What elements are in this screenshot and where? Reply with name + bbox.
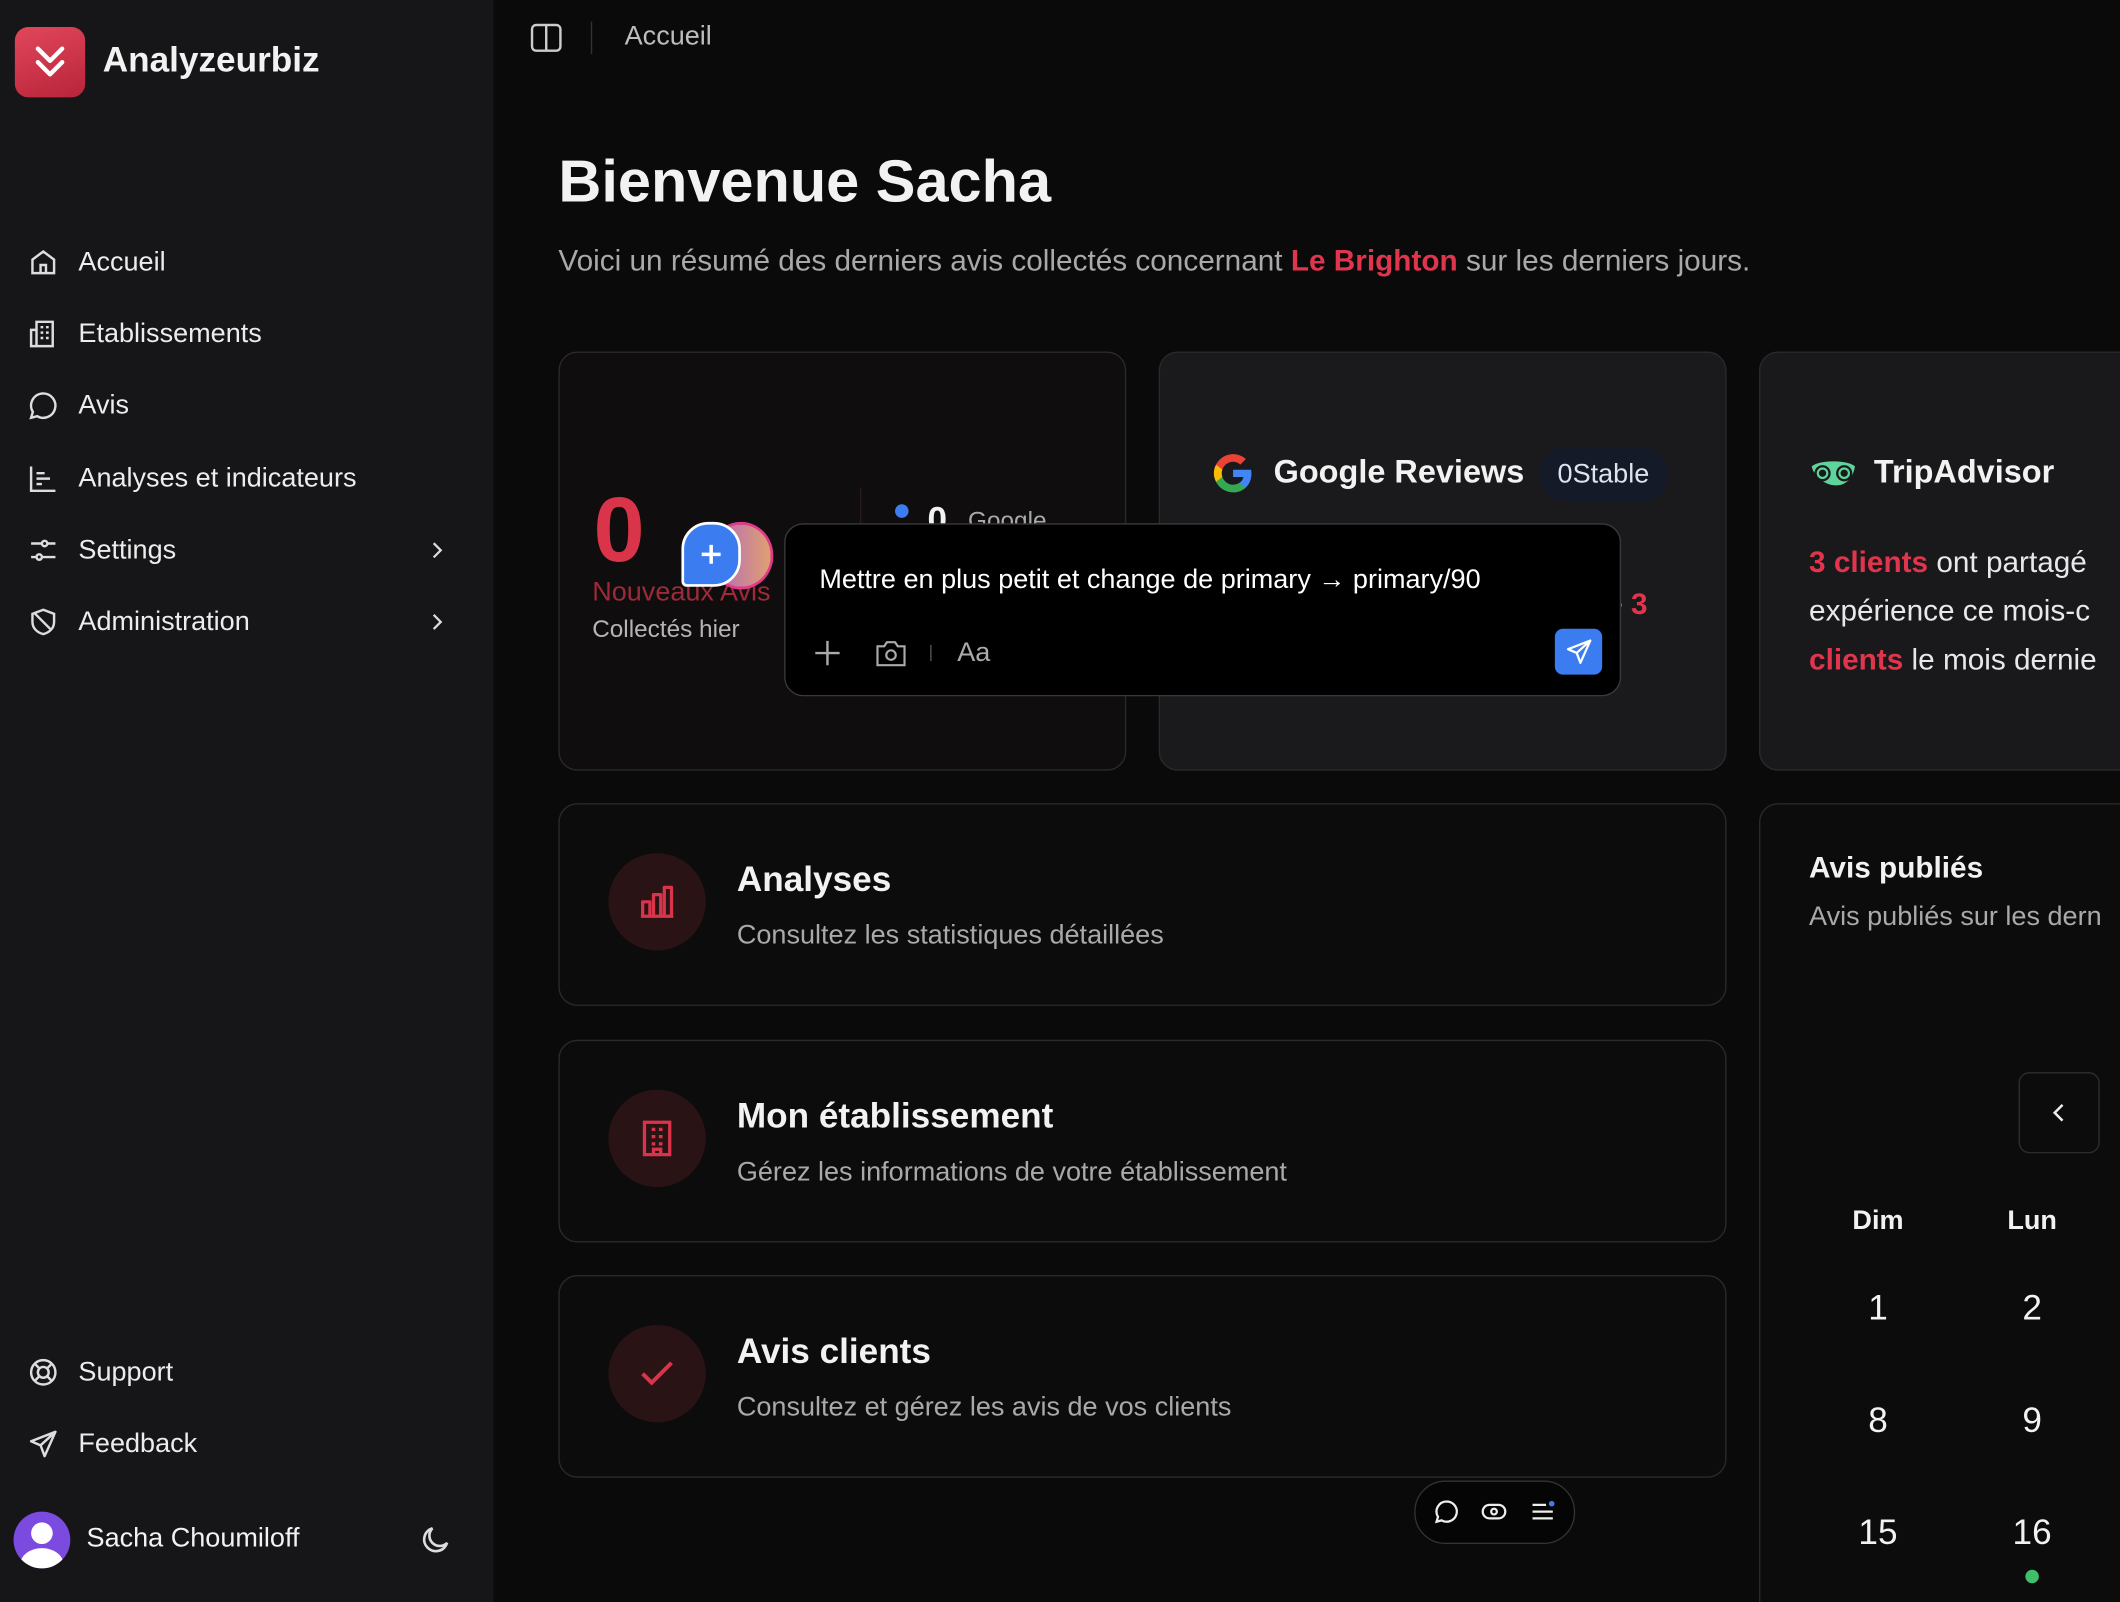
establishment-name: Le Brighton [1290, 243, 1458, 278]
sidebar: Analyzeurbiz Accueil Etablissements Avis… [0, 0, 494, 1602]
home-icon [31, 249, 56, 275]
published-title: Avis publiés [1809, 850, 1984, 885]
calendar-day[interactable]: 16 [1978, 1512, 2086, 1554]
app-name: Analyzeurbiz [102, 39, 320, 80]
action-card-analyses[interactable]: Analyses Consultez les statistiques déta… [558, 803, 1727, 1006]
google-dot [895, 504, 909, 518]
google-logo-icon [1213, 454, 1252, 493]
app-logo[interactable] [14, 27, 86, 98]
chevron-right-icon [432, 614, 443, 630]
lifebuoy-icon [29, 1358, 57, 1386]
action-title: Analyses [736, 858, 892, 900]
plus-icon[interactable] [813, 638, 843, 668]
send-icon [1566, 639, 1591, 664]
calendar-day[interactable]: 15 [1824, 1512, 1932, 1554]
summary-number: 3 [1631, 586, 1648, 621]
tripadvisor-summary: 3 clients ont partagé expérience ce mois… [1809, 538, 2097, 684]
action-title: Mon établissement [736, 1095, 1054, 1136]
published-reviews-card: Avis publiés Avis publiés sur les dern D… [1759, 803, 2120, 1602]
comment-popup: Mettre en plus petit et change de primar… [784, 523, 1622, 697]
breadcrumb[interactable]: Accueil [625, 22, 712, 53]
send-icon [29, 1430, 57, 1458]
sidebar-item-label: Support [78, 1356, 174, 1387]
action-subtitle: Consultez et gérez les avis de vos clien… [736, 1392, 1232, 1423]
sidebar-item-administration[interactable]: Administration [27, 595, 460, 649]
sidebar-item-settings[interactable]: Settings [27, 523, 460, 577]
summary-text: ont partagé [1928, 544, 2087, 579]
calendar-day[interactable]: 1 [1824, 1287, 1932, 1329]
floating-toolbar [1414, 1480, 1576, 1545]
plus-icon [701, 544, 721, 564]
action-title: Avis clients [736, 1330, 931, 1371]
sidebar-item-etablissements[interactable]: Etablissements [27, 307, 460, 361]
add-comment-pin[interactable] [681, 521, 741, 587]
review-dot [2025, 1569, 2039, 1584]
status-badge: 0Stable [1539, 447, 1667, 502]
shield-icon [31, 608, 56, 636]
calendar-day[interactable]: 8 [1824, 1399, 1932, 1441]
double-chevron-down-icon [35, 46, 65, 77]
tripadvisor-owl-icon [1811, 461, 1855, 486]
sidebar-item-analyses[interactable]: Analyses et indicateurs [27, 452, 460, 506]
chevron-right-icon [432, 542, 443, 559]
bar-chart-icon [608, 853, 706, 951]
prev-month-button[interactable] [2018, 1072, 2100, 1154]
send-comment-button[interactable] [1554, 628, 1603, 675]
sidebar-item-avis[interactable]: Avis [27, 379, 460, 433]
action-card-avis-clients[interactable]: Avis clients Consultez et gérez les avis… [558, 1274, 1727, 1478]
new-reviews-count: 0 [593, 478, 645, 582]
page-title: Bienvenue Sacha [558, 148, 1052, 215]
moon-icon[interactable] [418, 1522, 453, 1557]
sidebar-item-label: Administration [78, 606, 250, 637]
sidebar-item-label: Etablissements [78, 318, 262, 349]
page-subtitle: Voici un résumé des derniers avis collec… [558, 243, 1750, 278]
comment-input[interactable]: Mettre en plus petit et change de primar… [819, 565, 1480, 596]
sidebar-item-feedback[interactable]: Feedback [27, 1417, 460, 1471]
clients-label: clients [1809, 642, 1904, 677]
sidebar-item-accueil[interactable]: Accueil [27, 235, 460, 289]
sidebar-item-label: Accueil [78, 246, 166, 277]
clients-count: 3 clients [1809, 544, 1929, 579]
sidebar-item-label: Analyses et indicateurs [78, 463, 357, 493]
weekday-header: Lun [2007, 1206, 2057, 1236]
subtitle-text: Voici un résumé des derniers avis collec… [558, 243, 1291, 278]
action-subtitle: Consultez les statistiques détaillées [736, 920, 1164, 951]
summary-text: le mois dernie [1903, 642, 2097, 677]
google-title: Google Reviews [1273, 454, 1525, 491]
menu-icon[interactable] [1529, 1498, 1556, 1525]
weekday-header: Dim [1852, 1206, 1904, 1236]
calendar-day[interactable]: 2 [1978, 1287, 2086, 1329]
user-name: Sacha Choumiloff [86, 1523, 300, 1554]
sidebar-item-label: Avis [78, 390, 130, 420]
tripadvisor-title: TripAdvisor [1873, 454, 2055, 491]
action-card-etablissement[interactable]: Mon établissement Gérez les informations… [558, 1039, 1727, 1243]
divider [590, 21, 593, 55]
chevron-left-icon [2052, 1103, 2064, 1122]
sidebar-item-label: Feedback [78, 1428, 198, 1459]
building-icon [608, 1089, 706, 1188]
check-icon [608, 1324, 706, 1423]
subtitle-text: sur les derniers jours. [1457, 243, 1751, 278]
sidebar-item-support[interactable]: Support [27, 1345, 460, 1399]
message-icon [29, 392, 57, 420]
new-reviews-sub: Collectés hier [592, 615, 740, 643]
divider [930, 644, 932, 662]
comment-icon[interactable] [1433, 1498, 1460, 1525]
text-format-button[interactable]: Aa [957, 638, 990, 669]
chart-icon [29, 466, 56, 493]
calendar-day[interactable]: 9 [1978, 1399, 2086, 1441]
avatar[interactable] [13, 1511, 71, 1569]
eye-icon[interactable] [1480, 1498, 1507, 1525]
published-subtitle: Avis publiés sur les dern [1809, 901, 2102, 932]
tripadvisor-card: TripAdvisor 3 clients ont partagé expéri… [1759, 351, 2120, 771]
summary-text: expérience ce mois-c [1809, 593, 2091, 628]
sidebar-item-label: Settings [78, 534, 177, 565]
building-icon [29, 320, 54, 348]
sidebar-toggle-icon[interactable] [530, 23, 562, 53]
camera-icon[interactable] [875, 638, 907, 668]
sliders-icon [31, 539, 56, 561]
action-subtitle: Gérez les informations de votre établiss… [736, 1157, 1287, 1188]
